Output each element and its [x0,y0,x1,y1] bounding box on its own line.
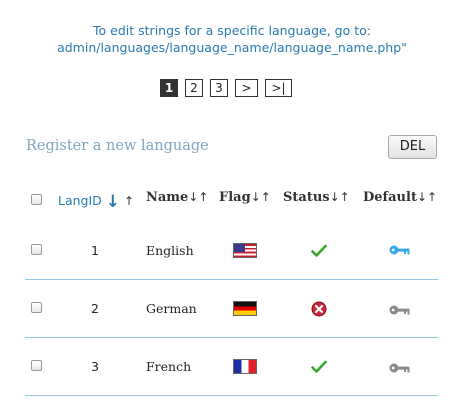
default-header-label: Default [363,190,417,205]
page-3-button[interactable]: 3 [210,79,228,97]
row-checkbox[interactable] [31,244,42,255]
delete-button[interactable]: DEL [388,135,437,159]
next-page-button[interactable]: > [235,79,258,97]
column-langid[interactable]: LangID ↓ ↑ [58,190,134,212]
register-language-link[interactable]: Register a new language [26,138,209,154]
lang-name: German [146,301,197,316]
lang-name: English [146,243,194,258]
default-sort-icon[interactable]: ↓↑ [417,190,437,204]
name-sort-icon[interactable]: ↓↑ [188,190,208,204]
row-checkbox[interactable] [31,360,42,371]
notice-line-2: admin/languages/language_name/language_n… [57,40,407,55]
select-all-checkbox[interactable] [31,194,42,205]
table-row: 3 French [0,338,464,396]
check-icon[interactable] [311,360,327,374]
pagination: 1 2 3 > >| [160,79,292,97]
flag-sort-icon[interactable]: ↓↑ [251,190,271,204]
default-key-icon[interactable] [389,244,411,256]
row-separator [25,395,438,396]
check-icon[interactable] [311,244,327,258]
column-flag[interactable]: Flag↓↑ [219,190,271,205]
notice-line-1: To edit strings for a specific language,… [93,23,371,38]
lang-name: French [146,359,192,374]
last-page-button[interactable]: >| [265,79,292,97]
column-default[interactable]: Default↓↑ [363,190,437,205]
langid-header-label: LangID [58,193,102,208]
page-2-button[interactable]: 2 [185,79,203,97]
key-icon[interactable] [389,304,411,316]
row-checkbox[interactable] [31,302,42,313]
lang-id: 1 [91,243,99,258]
table-row: 2 German [0,280,464,338]
table-header: LangID ↓ ↑ Name↓↑ Flag↓↑ Status↓↑ Defaul… [0,190,464,212]
column-status[interactable]: Status↓↑ [283,190,350,205]
lang-id: 3 [91,359,99,374]
status-header-label: Status [283,190,330,205]
table-row: 1 English [0,222,464,280]
lang-id: 2 [91,301,99,316]
edit-strings-notice: To edit strings for a specific language,… [0,22,464,56]
key-icon[interactable] [389,362,411,374]
sort-desc-active-icon[interactable]: ↓ [106,192,120,212]
inactive-x-icon[interactable] [311,301,327,317]
sort-asc-icon[interactable]: ↑ [124,194,134,208]
name-header-label: Name [146,190,189,205]
us-flag-icon [233,243,257,258]
flag-header-label: Flag [219,190,251,205]
column-name[interactable]: Name↓↑ [146,190,208,205]
status-sort-icon[interactable]: ↓↑ [330,190,350,204]
german-flag-icon [233,301,257,316]
french-flag-icon [233,359,257,374]
page-1-button[interactable]: 1 [160,79,178,97]
